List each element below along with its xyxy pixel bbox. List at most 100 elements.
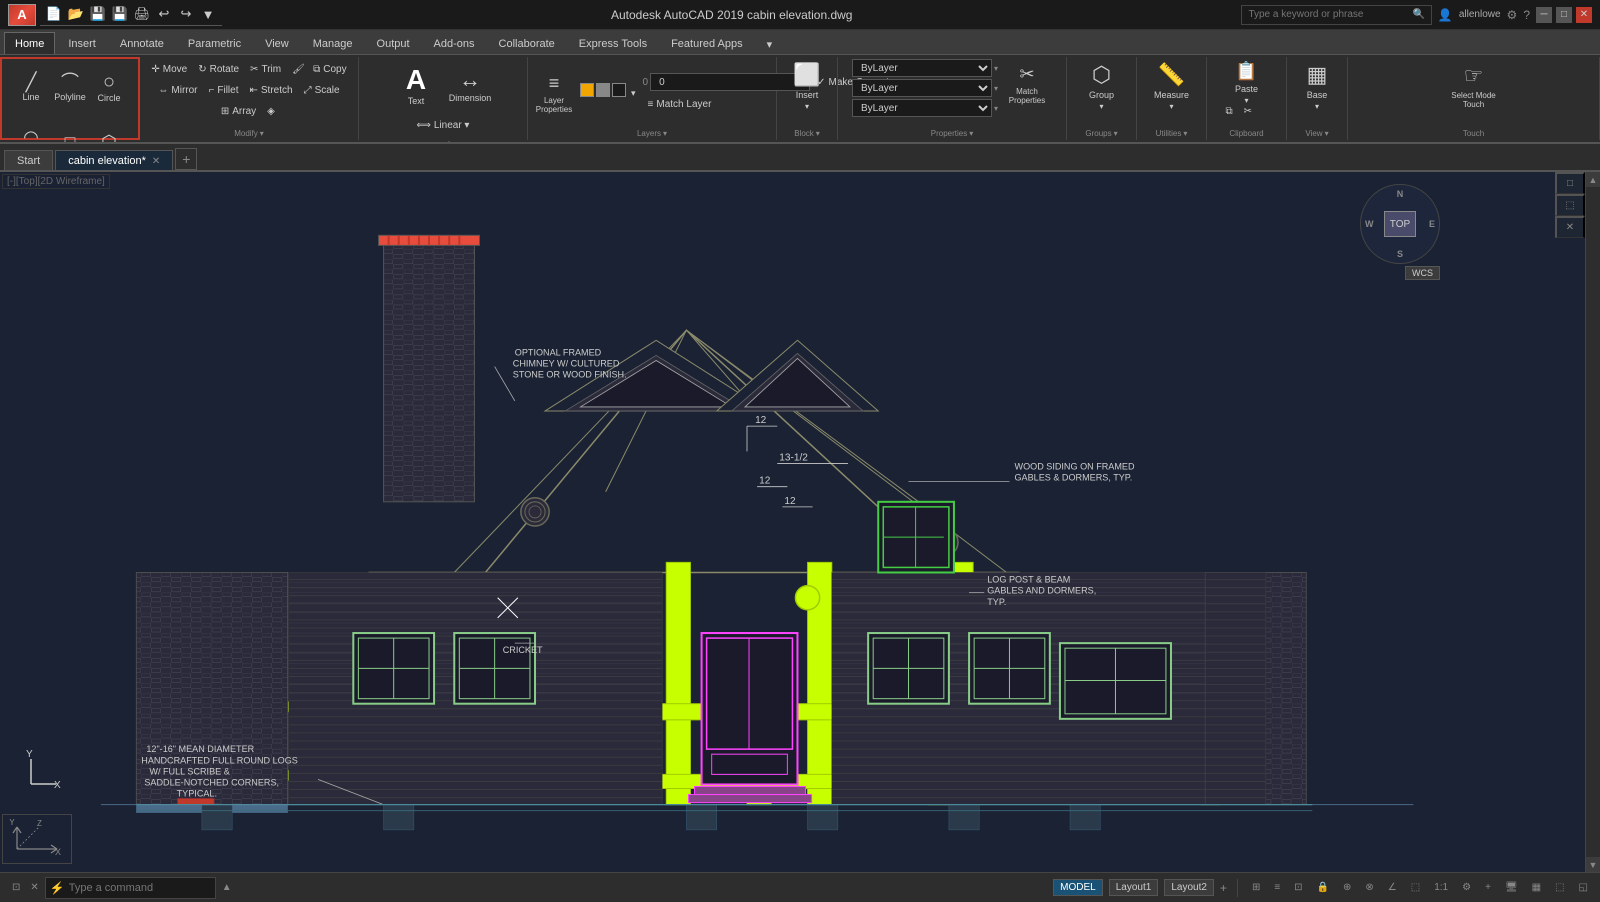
ortho-button[interactable]: ⊕ [1339,880,1355,895]
snap-mode-button[interactable]: ≡ [1270,880,1284,895]
customize-qa-button[interactable]: ▼ [198,5,218,23]
layer-color-dropdown[interactable]: ▾ [628,83,639,103]
save-button[interactable]: 💾 [88,5,108,23]
trim-button[interactable]: ✂ Trim [245,59,286,79]
saveas-button[interactable]: 💾 [110,5,130,23]
scale-status-button[interactable]: 1:1 [1430,880,1452,895]
color-gray[interactable] [596,83,610,97]
circle-button[interactable]: ○ Circle [90,61,128,115]
array-button[interactable]: ⊞ Array [216,101,261,121]
tab-manage[interactable]: Manage [302,32,364,54]
print-button[interactable]: 🖨 [132,5,152,23]
top-view-button[interactable]: TOP [1384,211,1416,237]
polyline-button[interactable]: ⌒ Polyline [51,61,89,115]
plus-status-button[interactable]: + [1481,880,1495,895]
arc-button[interactable]: ◠ Arc [12,116,50,142]
leader-button[interactable]: ↗ Leader ▾ [412,136,475,142]
tab-insert[interactable]: Insert [57,32,107,54]
command-input[interactable] [69,882,211,894]
search-input[interactable] [1248,9,1408,20]
cut-button[interactable]: ✂ [1239,102,1257,122]
line-button[interactable]: ╱ Line [12,61,50,115]
tab-home[interactable]: Home [4,32,55,54]
undo-button[interactable]: ↩ [154,5,174,23]
copy-clipboard-button[interactable]: ⧉ [1221,102,1238,122]
color-yellow[interactable] [580,83,594,97]
tab-more[interactable]: ▾ [756,32,784,54]
layout-view-button[interactable]: ▦ [1528,880,1545,895]
mirror-button[interactable]: ⇔ Mirror [153,80,202,100]
add-layout-button[interactable]: + [1220,881,1227,895]
scale-button[interactable]: ⤢ Scale [299,80,345,100]
bylayer-dropdown-3[interactable]: ByLayer [852,99,992,117]
color-black[interactable] [612,83,626,97]
tab-annotate[interactable]: Annotate [109,32,175,54]
copy-button[interactable]: ⧉ Copy [308,59,352,79]
viewport-restore-button[interactable]: ⬚ [1555,194,1585,216]
scale-icon: ⤢ [304,85,312,96]
scroll-up-button[interactable]: ▲ [1586,172,1600,187]
layout2-tab-button[interactable]: Layout2 [1164,879,1214,896]
stretch-button[interactable]: ⇤ Stretch [244,80,297,100]
paste-button[interactable]: 📋 Paste ▾ [1221,65,1273,101]
measure-button[interactable]: 📏 Measure ▾ [1146,59,1198,113]
osnap-button[interactable]: ⊗ [1361,880,1377,895]
window-button[interactable]: ⬚ [1551,880,1568,895]
redo-button[interactable]: ↪ [176,5,196,23]
viewport-scale-button[interactable]: ◱ [1575,880,1592,895]
tab-close-button[interactable]: ✕ [152,156,160,167]
display-button[interactable]: 🖥 [1501,880,1522,895]
move-button[interactable]: ✛ Move [146,59,192,79]
tab-start[interactable]: Start [4,150,53,170]
rotate-button[interactable]: ↻ Rotate [193,59,244,79]
polygon-button[interactable]: ⬡ [90,116,128,142]
grid-button[interactable]: ⊞ [1248,880,1264,895]
model-tab-button[interactable]: MODEL [1053,879,1103,896]
tab-collaborate[interactable]: Collaborate [488,32,566,54]
wcs-label[interactable]: WCS [1405,266,1440,280]
layer-properties-button[interactable]: ≡ LayerProperties [532,68,576,118]
erase-button[interactable]: ◈ [262,101,282,121]
select-mode-button[interactable]: ☞ Select ModeTouch [1448,59,1500,113]
bylayer-dropdown-1[interactable]: ByLayer [852,59,992,77]
right-scrollbar[interactable]: ▲ ▼ [1585,172,1600,872]
match-layer-button[interactable]: ≡ Match Layer [643,94,717,114]
viewport-close-button[interactable]: ✕ [1555,216,1585,238]
group-button[interactable]: ⬡ Group ▾ [1076,59,1128,113]
add-tab-button[interactable]: + [175,148,197,170]
open-file-button[interactable]: 📂 [66,5,86,23]
tab-parametric[interactable]: Parametric [177,32,252,54]
layout1-tab-button[interactable]: Layout1 [1109,879,1159,896]
base-button[interactable]: ▦ Base ▾ [1291,59,1343,113]
trim-paint-button[interactable]: 🖌 [287,59,307,79]
match-properties-button[interactable]: ✂ MatchProperties [1002,59,1052,109]
scroll-down-button[interactable]: ▼ [1586,857,1600,872]
angle-button[interactable]: ∠ [1384,880,1401,895]
settings-status-button[interactable]: ⚙ [1458,880,1475,895]
viewport-maximize-button[interactable]: □ [1555,172,1585,194]
tab-view[interactable]: View [254,32,300,54]
maximize-button[interactable]: □ [1556,7,1572,23]
rectangle-button[interactable]: □ [51,116,89,142]
bylayer-dropdown-2[interactable]: ByLayer [852,79,992,97]
polar-button[interactable]: ⊡ [1290,880,1306,895]
snap-button[interactable]: ⊡ [8,880,24,895]
tab-output[interactable]: Output [366,32,421,54]
tab-express[interactable]: Express Tools [568,32,658,54]
fillet-button[interactable]: ⌐ Fillet [204,80,244,100]
lock-button[interactable]: 🔒 [1313,880,1333,895]
expand-command-button[interactable]: ▲ [218,880,236,895]
close-button[interactable]: ✕ [1576,7,1592,23]
drawing-area[interactable]: [-][Top][2D Wireframe] [0,172,1600,872]
workspace-button[interactable]: ⬚ [1407,880,1424,895]
tab-addons[interactable]: Add-ons [423,32,486,54]
cancel-button[interactable]: ✕ [26,880,42,895]
linear-button[interactable]: ⟺ Linear ▾ [412,115,475,135]
new-file-button[interactable]: 📄 [44,5,64,23]
insert-button[interactable]: ⬜ Insert ▾ [781,59,833,113]
tab-cabin-elevation[interactable]: cabin elevation* ✕ [55,150,173,170]
dimension-button[interactable]: ↔ Dimension [444,59,496,113]
text-button[interactable]: A Text [390,59,442,113]
minimize-button[interactable]: ─ [1536,7,1552,23]
tab-featured[interactable]: Featured Apps [660,32,754,54]
